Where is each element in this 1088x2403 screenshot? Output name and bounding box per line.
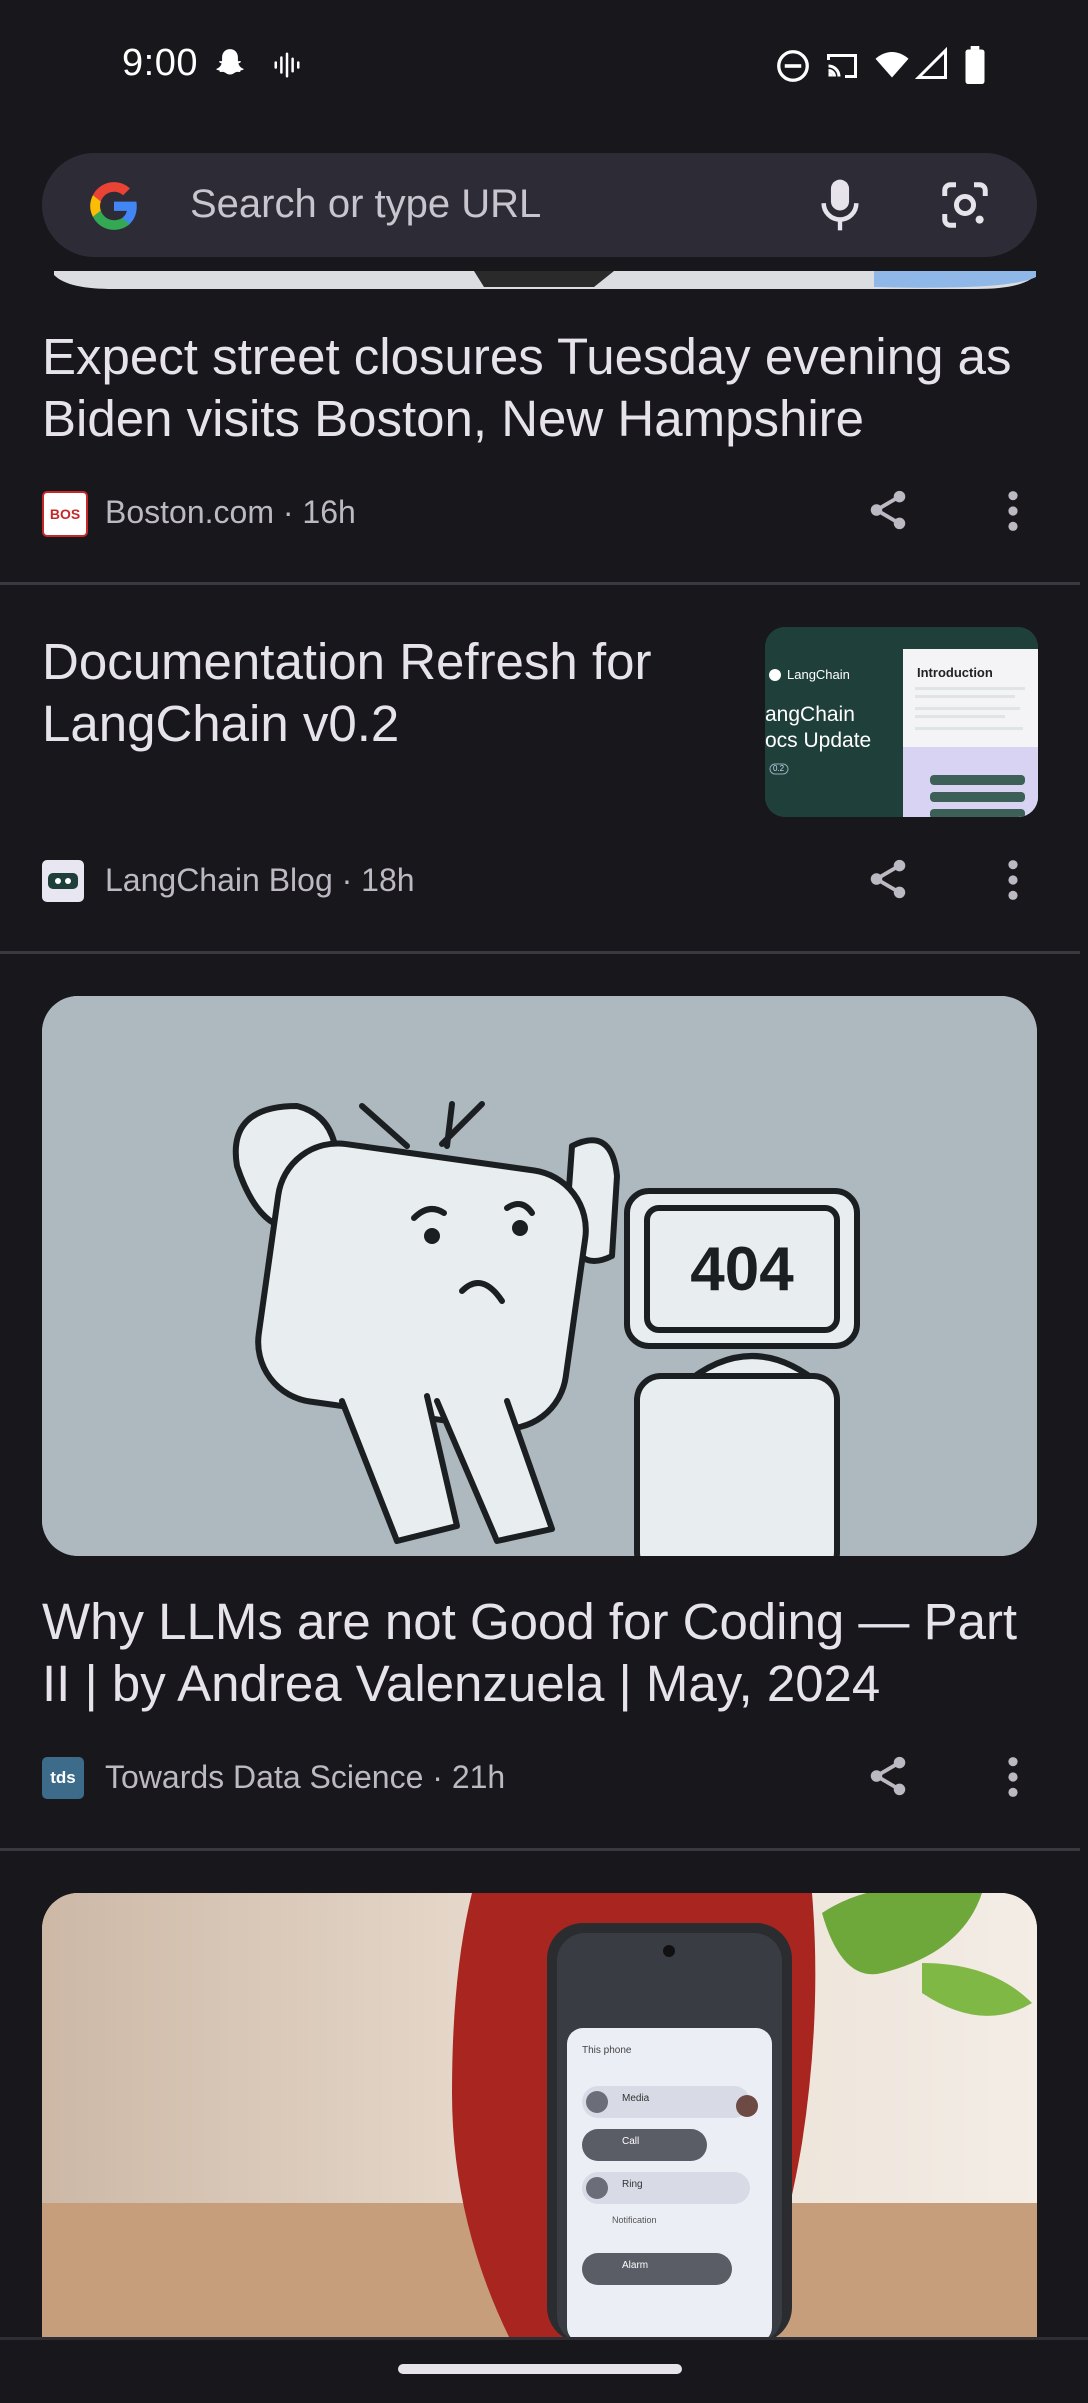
article-image[interactable]: Media Call Ring Notification Alarm This … (42, 1893, 1037, 2343)
image-text-notification: Notification (612, 2215, 657, 2225)
towards-data-science-favicon: tds (42, 1757, 84, 1799)
article-headline[interactable]: Why LLMs are not Good for Coding — Part … (42, 1591, 1052, 1715)
cellular-signal-icon (914, 46, 950, 87)
more-options-icon[interactable] (998, 1754, 1028, 1805)
share-icon[interactable] (865, 856, 911, 907)
do-not-disturb-icon (775, 48, 811, 89)
share-icon[interactable] (865, 1753, 911, 1804)
thumbnail-title-line2: ocs Update (765, 729, 872, 752)
article-image[interactable] (54, 271, 1036, 291)
wifi-icon (872, 46, 912, 87)
image-text-404: 404 (690, 1234, 794, 1304)
thumbnail-brand: LangChain (787, 667, 850, 682)
image-text-ring: Ring (622, 2179, 643, 2190)
share-icon[interactable] (865, 487, 911, 538)
image-text-alarm: Alarm (622, 2260, 649, 2271)
divider (0, 582, 1080, 585)
article-source: Towards Data Science · 21h (105, 1759, 506, 1795)
microphone-icon[interactable] (818, 176, 862, 239)
article-headline[interactable]: Expect street closures Tuesday evening a… (42, 326, 1042, 450)
article-thumbnail[interactable]: LangChain Introduction angChain ocs Upda… (765, 627, 1038, 817)
voice-waveform-icon (272, 50, 302, 85)
more-options-icon[interactable] (998, 857, 1028, 908)
divider (0, 951, 1080, 954)
image-text-call: Call (622, 2136, 640, 2147)
divider (0, 1848, 1080, 1851)
article-headline[interactable]: Documentation Refresh for LangChain v0.2 (42, 631, 742, 755)
google-g-icon (88, 180, 140, 237)
thumbnail-title-line1: angChain (765, 703, 855, 726)
image-text-this-phone: This phone (582, 2045, 632, 2056)
article-source: LangChain Blog · 18h (105, 862, 415, 898)
langchain-favicon (42, 860, 84, 902)
status-time: 9:00 (122, 42, 198, 84)
image-text-media: Media (622, 2093, 650, 2104)
thumbnail-version: 0.2 (773, 764, 785, 773)
home-indicator[interactable] (398, 2364, 682, 2374)
search-input[interactable]: Search or type URL (190, 182, 541, 227)
battery-icon (964, 46, 986, 89)
cast-icon (823, 48, 861, 89)
article-source: Boston.com · 16h (105, 494, 356, 530)
google-lens-icon[interactable] (938, 178, 992, 237)
more-options-icon[interactable] (998, 488, 1028, 539)
snapchat-icon (211, 46, 249, 89)
boston-com-favicon: BOS (42, 491, 88, 537)
thumbnail-panel-title: Introduction (917, 665, 993, 680)
article-image[interactable]: 404 (42, 996, 1037, 1556)
